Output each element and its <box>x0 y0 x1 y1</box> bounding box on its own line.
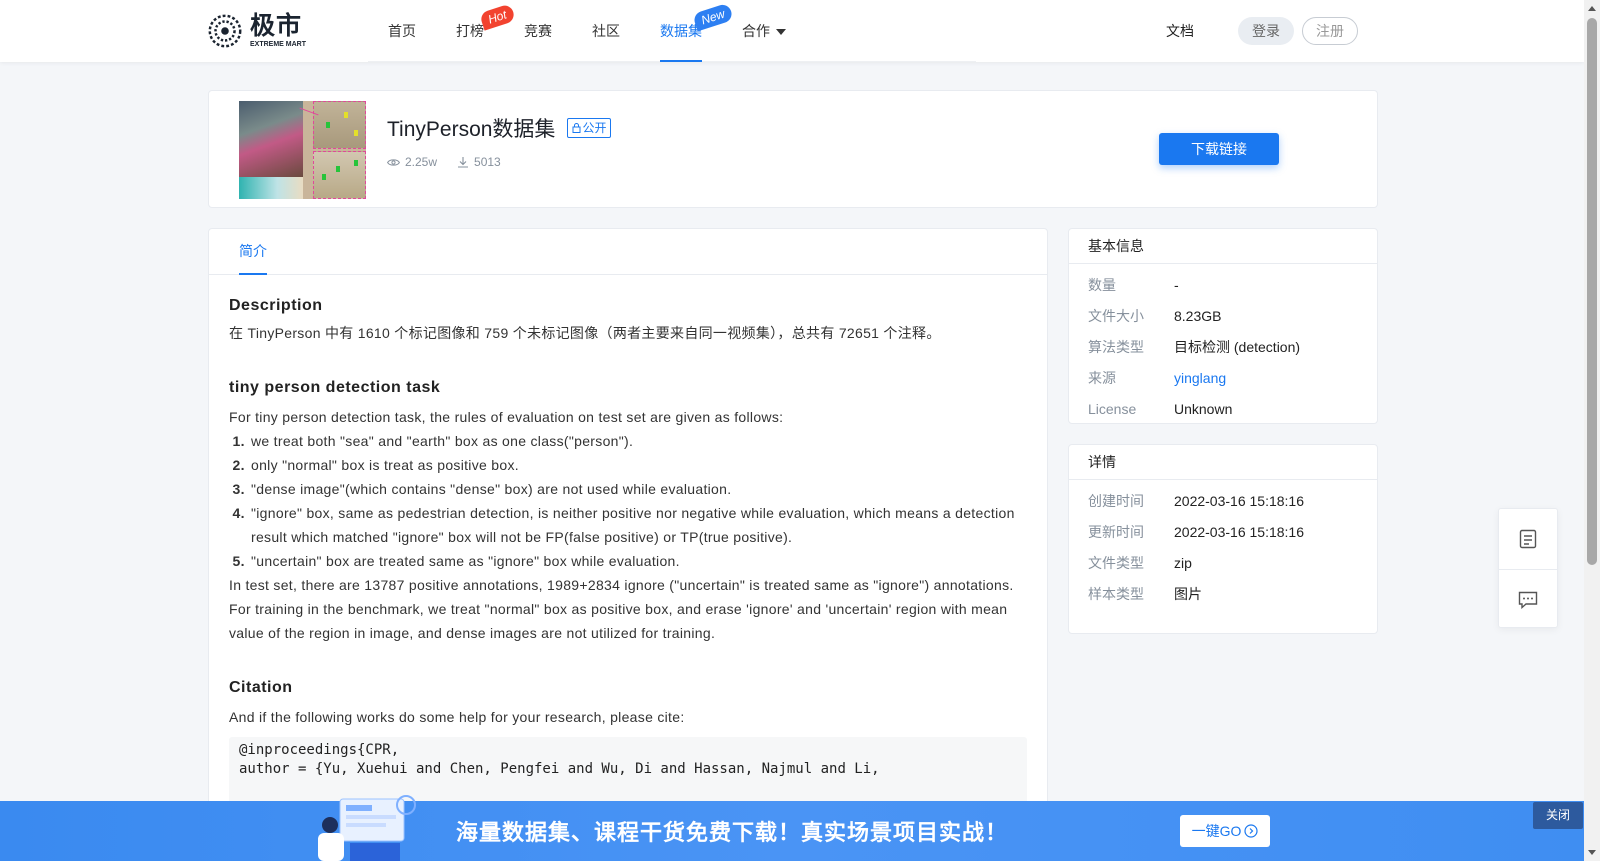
detail-row-updated: 更新时间 2022-03-16 15:18:16 <box>1088 523 1304 540</box>
citation-heading: Citation <box>229 679 293 696</box>
description-text: 在 TinyPerson 中有 1610 个标记图像和 759 个未标记图像（两… <box>229 325 941 341</box>
description-content: Description 在 TinyPerson 中有 1610 个标记图像和 … <box>209 275 1047 847</box>
nav-item-leaderboard[interactable]: 打榜 Hot <box>436 0 516 62</box>
tab-intro[interactable]: 简介 <box>239 229 267 275</box>
nav-item-cooperation[interactable]: 合作 <box>722 0 806 62</box>
download-icon <box>458 157 469 168</box>
info-row-source: 来源 yinglang <box>1088 369 1227 386</box>
download-count: 5013 <box>457 155 501 169</box>
chat-button[interactable] <box>1499 569 1557 629</box>
citation-intro: And if the following works do some help … <box>229 709 685 725</box>
lock-icon <box>572 123 581 133</box>
detail-row-sample-type: 样本类型 图片 <box>1088 585 1202 602</box>
banner-text: 海量数据集、课程干货免费下载！真实场景项目实战！ <box>456 820 1009 845</box>
login-button[interactable]: 登录 <box>1238 17 1294 45</box>
details-heading: 详情 <box>1069 445 1377 480</box>
dataset-thumbnail <box>239 101 366 199</box>
info-row-file-size: 文件大小 8.23GB <box>1088 307 1222 324</box>
nav-item-competition[interactable]: 竞赛 <box>504 0 572 62</box>
dataset-stats: 2.25w 5013 <box>387 155 521 169</box>
banner-go-button[interactable]: 一键GO <box>1180 815 1270 847</box>
top-header: 极市 EXTREME MART 首页 打榜 Hot 竞赛 社区 数据集 New 合作… <box>0 0 1584 62</box>
caret-down-icon <box>776 29 786 36</box>
info-row-count: 数量 - <box>1088 276 1179 293</box>
task-summary: In test set, there are 13787 positive an… <box>229 577 1014 641</box>
register-button[interactable]: 注册 <box>1302 17 1358 45</box>
basic-info-heading: 基本信息 <box>1069 229 1377 264</box>
scroll-down-arrow[interactable] <box>1588 850 1596 855</box>
task-intro: For tiny person detection task, the rule… <box>229 409 784 425</box>
task-heading: tiny person detection task <box>229 379 441 396</box>
nav-item-datasets[interactable]: 数据集 New <box>640 0 734 62</box>
detail-row-created: 创建时间 2022-03-16 15:18:16 <box>1088 492 1304 509</box>
eye-icon <box>387 158 400 166</box>
document-icon <box>1519 529 1537 549</box>
view-count: 2.25w <box>387 155 437 169</box>
list-item: we treat both "sea" and "earth" box as o… <box>249 429 1027 453</box>
code-line: author = {Yu, Xuehui and Chen, Pengfei a… <box>239 761 880 777</box>
brand-logo[interactable]: 极市 EXTREME MART <box>206 12 306 50</box>
download-link-button[interactable]: 下载链接 <box>1159 133 1279 165</box>
code-line: @inproceedings{CPR, <box>239 742 400 758</box>
detail-row-file-type: 文件类型 zip <box>1088 554 1192 571</box>
logo-icon <box>208 14 242 48</box>
details-card: 详情 创建时间 2022-03-16 15:18:16 更新时间 2022-03-1… <box>1068 444 1378 634</box>
nav-item-community[interactable]: 社区 <box>572 0 640 62</box>
content-tabs: 简介 <box>209 229 1047 275</box>
list-item: only "normal" box is treat as positive b… <box>249 453 1027 477</box>
docs-link[interactable]: 文档 <box>1166 21 1194 41</box>
chat-icon <box>1518 591 1538 609</box>
dataset-title: TinyPerson数据集 公开 <box>387 113 612 143</box>
description-heading: Description <box>229 297 323 314</box>
banner-close-button[interactable]: 关闭 <box>1533 802 1583 829</box>
page-scrollbar[interactable] <box>1584 0 1600 861</box>
list-item: "ignore" box, same as pedestrian detecti… <box>249 501 1027 549</box>
source-link[interactable]: yinglang <box>1174 370 1226 386</box>
brand-name: 极市 <box>250 12 303 40</box>
visibility-tag: 公开 <box>567 118 612 138</box>
floating-toolbar <box>1498 508 1558 628</box>
nav-item-home[interactable]: 首页 <box>368 0 436 62</box>
arrow-circle-icon <box>1244 824 1258 838</box>
list-item: "dense image"(which contains "dense" box… <box>249 477 1027 501</box>
scroll-thumb[interactable] <box>1587 18 1597 565</box>
dataset-header-card: TinyPerson数据集 公开 2.25w 5013 下载链接 <box>208 90 1378 208</box>
info-row-license: License Unknown <box>1088 400 1233 417</box>
rules-list: we treat both "sea" and "earth" box as o… <box>229 429 1027 573</box>
scroll-up-arrow[interactable] <box>1588 6 1596 11</box>
description-panel: 简介 Description 在 TinyPerson 中有 1610 个标记图… <box>208 228 1048 861</box>
list-item: "uncertain" box are treated same as "ign… <box>249 549 1027 573</box>
brand-name-en: EXTREME MART <box>250 41 306 48</box>
banner-illustration <box>318 795 416 861</box>
basic-info-card: 基本信息 数量 - 文件大小 8.23GB 算法类型 目标检测 (detection)… <box>1068 228 1378 424</box>
header-actions: 文档 登录 注册 <box>1166 17 1358 45</box>
feedback-doc-button[interactable] <box>1499 509 1557 569</box>
promo-banner: 海量数据集、课程干货免费下载！真实场景项目实战！ 一键GO <box>0 795 1584 861</box>
info-row-algorithm: 算法类型 目标检测 (detection) <box>1088 338 1301 355</box>
main-nav: 首页 打榜 Hot 竞赛 社区 数据集 New 合作 <box>368 0 976 62</box>
